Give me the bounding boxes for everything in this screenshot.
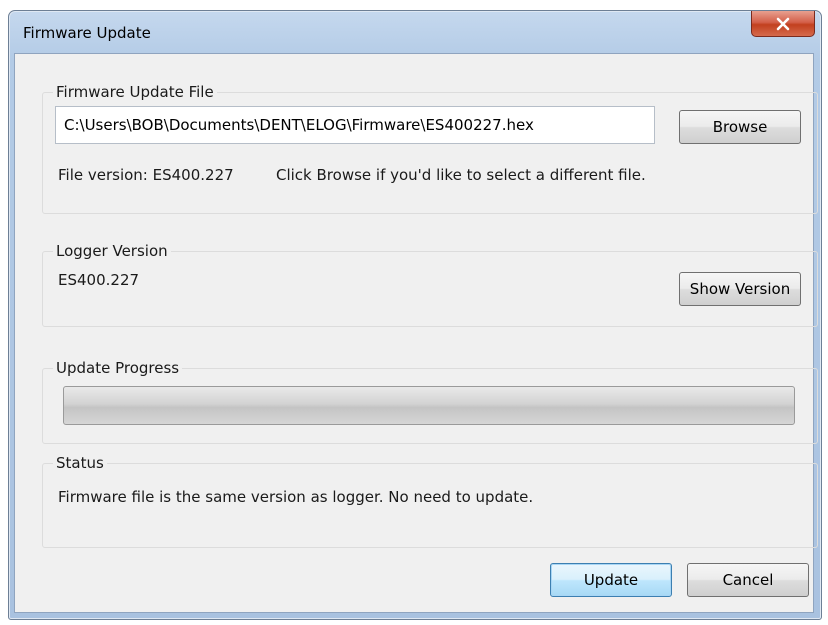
cancel-button-label: Cancel	[722, 571, 774, 589]
update-progress-bar	[63, 386, 795, 425]
firmware-file-legend: Firmware Update File	[53, 83, 217, 101]
browse-button[interactable]: Browse	[679, 110, 801, 144]
logger-version-legend: Logger Version	[53, 242, 171, 260]
status-legend: Status	[53, 454, 107, 472]
browse-hint-text: Click Browse if you'd like to select a d…	[276, 166, 646, 184]
update-progress-legend: Update Progress	[53, 359, 183, 377]
file-version-text: File version: ES400.227	[58, 166, 234, 184]
close-button[interactable]	[751, 11, 815, 37]
update-button-label: Update	[583, 571, 639, 589]
status-message: Firmware file is the same version as log…	[58, 488, 534, 506]
window-title: Firmware Update	[23, 24, 151, 42]
update-button[interactable]: Update	[550, 563, 672, 597]
cancel-button[interactable]: Cancel	[687, 563, 809, 597]
browse-button-label: Browse	[712, 118, 768, 136]
show-version-button-label: Show Version	[689, 280, 791, 298]
title-bar[interactable]: Firmware Update	[9, 11, 821, 55]
logger-version-value: ES400.227	[58, 271, 140, 289]
show-version-button[interactable]: Show Version	[679, 272, 801, 306]
close-icon	[776, 17, 790, 30]
firmware-file-path-input[interactable]: C:\Users\BOB\Documents\DENT\ELOG\Firmwar…	[55, 106, 655, 144]
